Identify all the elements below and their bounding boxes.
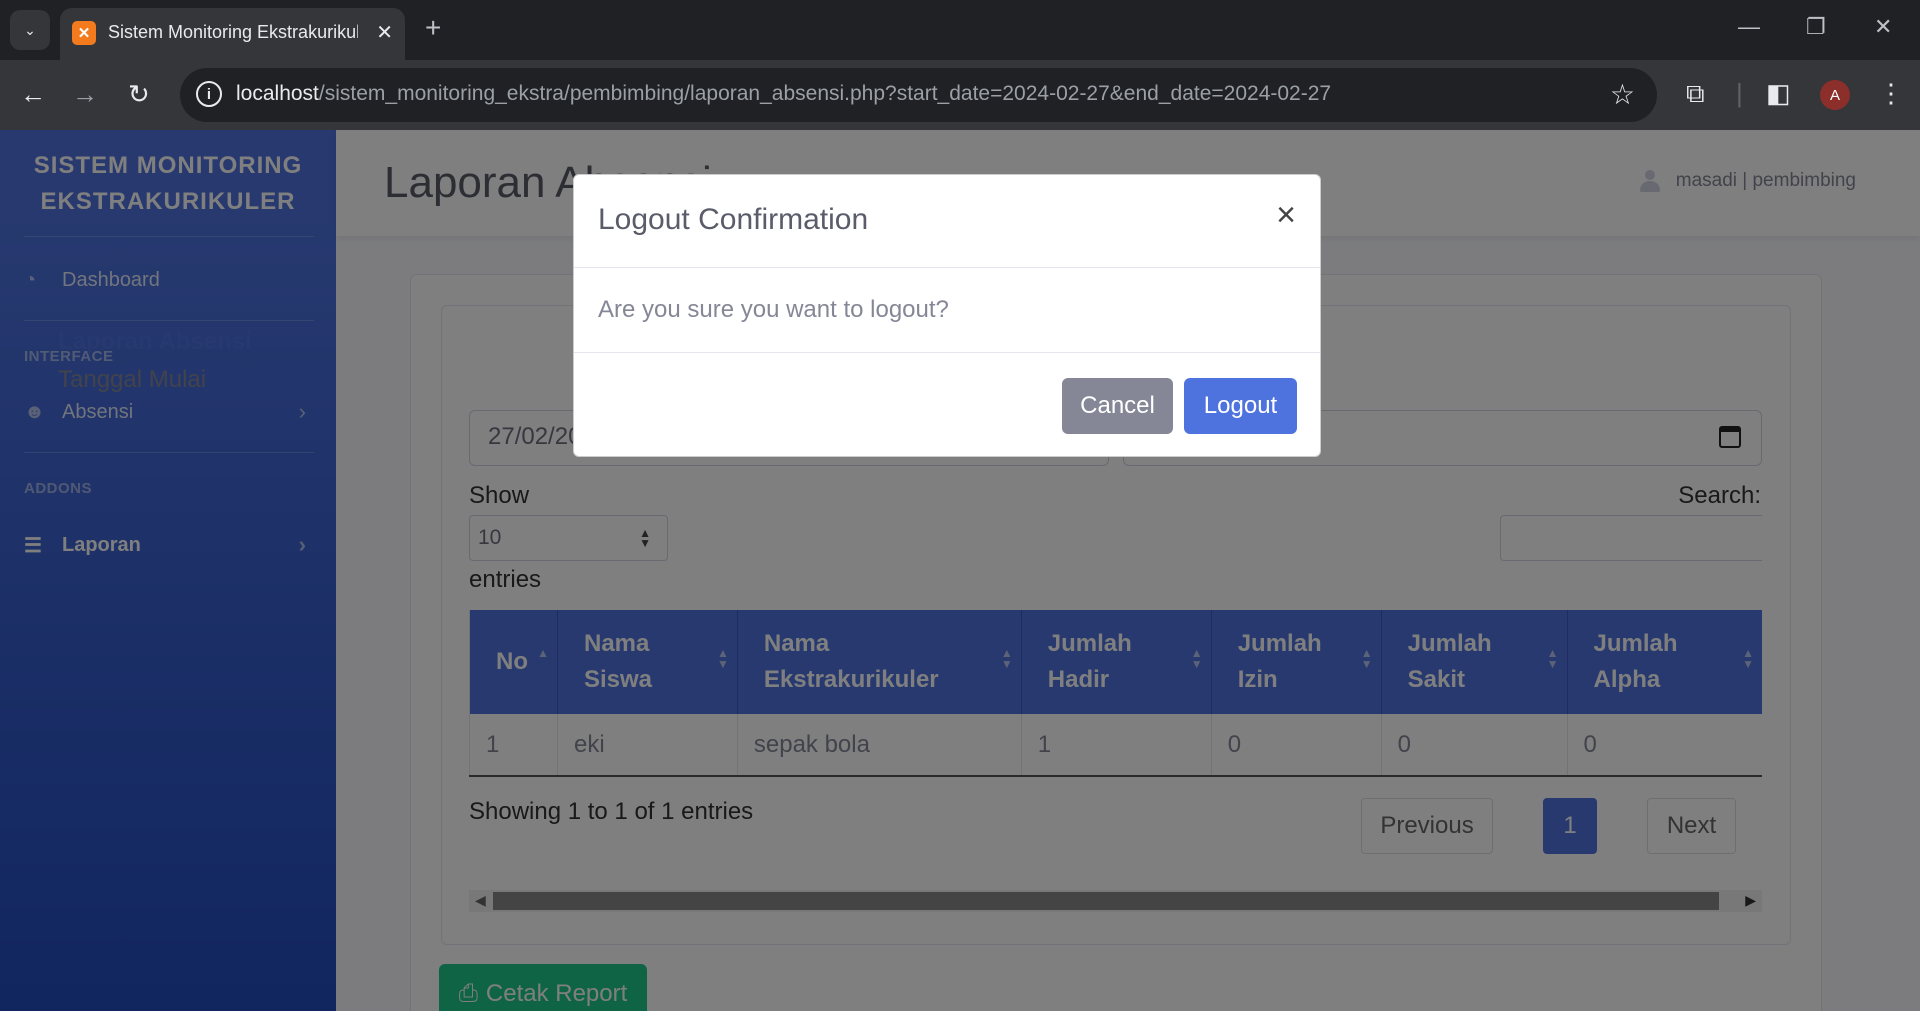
modal-body: Are you sure you want to logout? (574, 268, 1320, 353)
reload-icon[interactable]: ↻ (128, 79, 150, 109)
site-info-icon[interactable]: i (196, 81, 222, 107)
tab-search-button[interactable]: ⌄ (10, 10, 50, 50)
profile-avatar[interactable]: A (1820, 80, 1850, 110)
modal-header: Logout Confirmation × (574, 175, 1320, 268)
url-text[interactable]: localhost/sistem_monitoring_ekstra/pembi… (236, 82, 1331, 106)
tab-close-icon[interactable]: ✕ (376, 20, 393, 45)
toolbar-divider: | (1736, 78, 1743, 108)
forward-icon[interactable]: → (72, 79, 98, 109)
cancel-button[interactable]: Cancel (1062, 378, 1173, 434)
minimize-icon[interactable]: — (1738, 14, 1760, 40)
tab-title: Sistem Monitoring Ekstrakurikuler (108, 22, 358, 42)
xampp-favicon-icon: ✕ (72, 21, 96, 45)
bookmark-star-icon[interactable]: ☆ (1610, 78, 1635, 111)
logout-modal: Logout Confirmation × Are you sure you w… (573, 174, 1321, 457)
browser-toolbar: ← → ↻ i localhost/sistem_monitoring_ekst… (0, 60, 1920, 130)
menu-kebab-icon[interactable]: ⋮ (1878, 78, 1904, 109)
browser-tab[interactable]: ✕ Sistem Monitoring Ekstrakurikuler ✕ (60, 8, 405, 60)
window-close-icon[interactable]: ✕ (1874, 14, 1892, 40)
extensions-icon[interactable]: ⧉ (1686, 78, 1705, 110)
browser-tab-bar: ⌄ ✕ Sistem Monitoring Ekstrakurikuler ✕ … (0, 0, 1920, 60)
back-icon[interactable]: ← (20, 79, 46, 109)
close-icon[interactable]: × (1276, 197, 1296, 233)
restore-icon[interactable]: ❐ (1806, 14, 1826, 40)
modal-message: Are you sure you want to logout? (598, 296, 949, 323)
address-bar[interactable]: i localhost/sistem_monitoring_ekstra/pem… (180, 68, 1657, 122)
side-panel-icon[interactable]: ◧ (1766, 78, 1791, 109)
logout-button[interactable]: Logout (1184, 378, 1297, 434)
new-tab-icon[interactable]: + (425, 14, 441, 42)
chevron-down-icon: ⌄ (24, 21, 36, 38)
modal-title: Logout Confirmation (598, 203, 869, 236)
